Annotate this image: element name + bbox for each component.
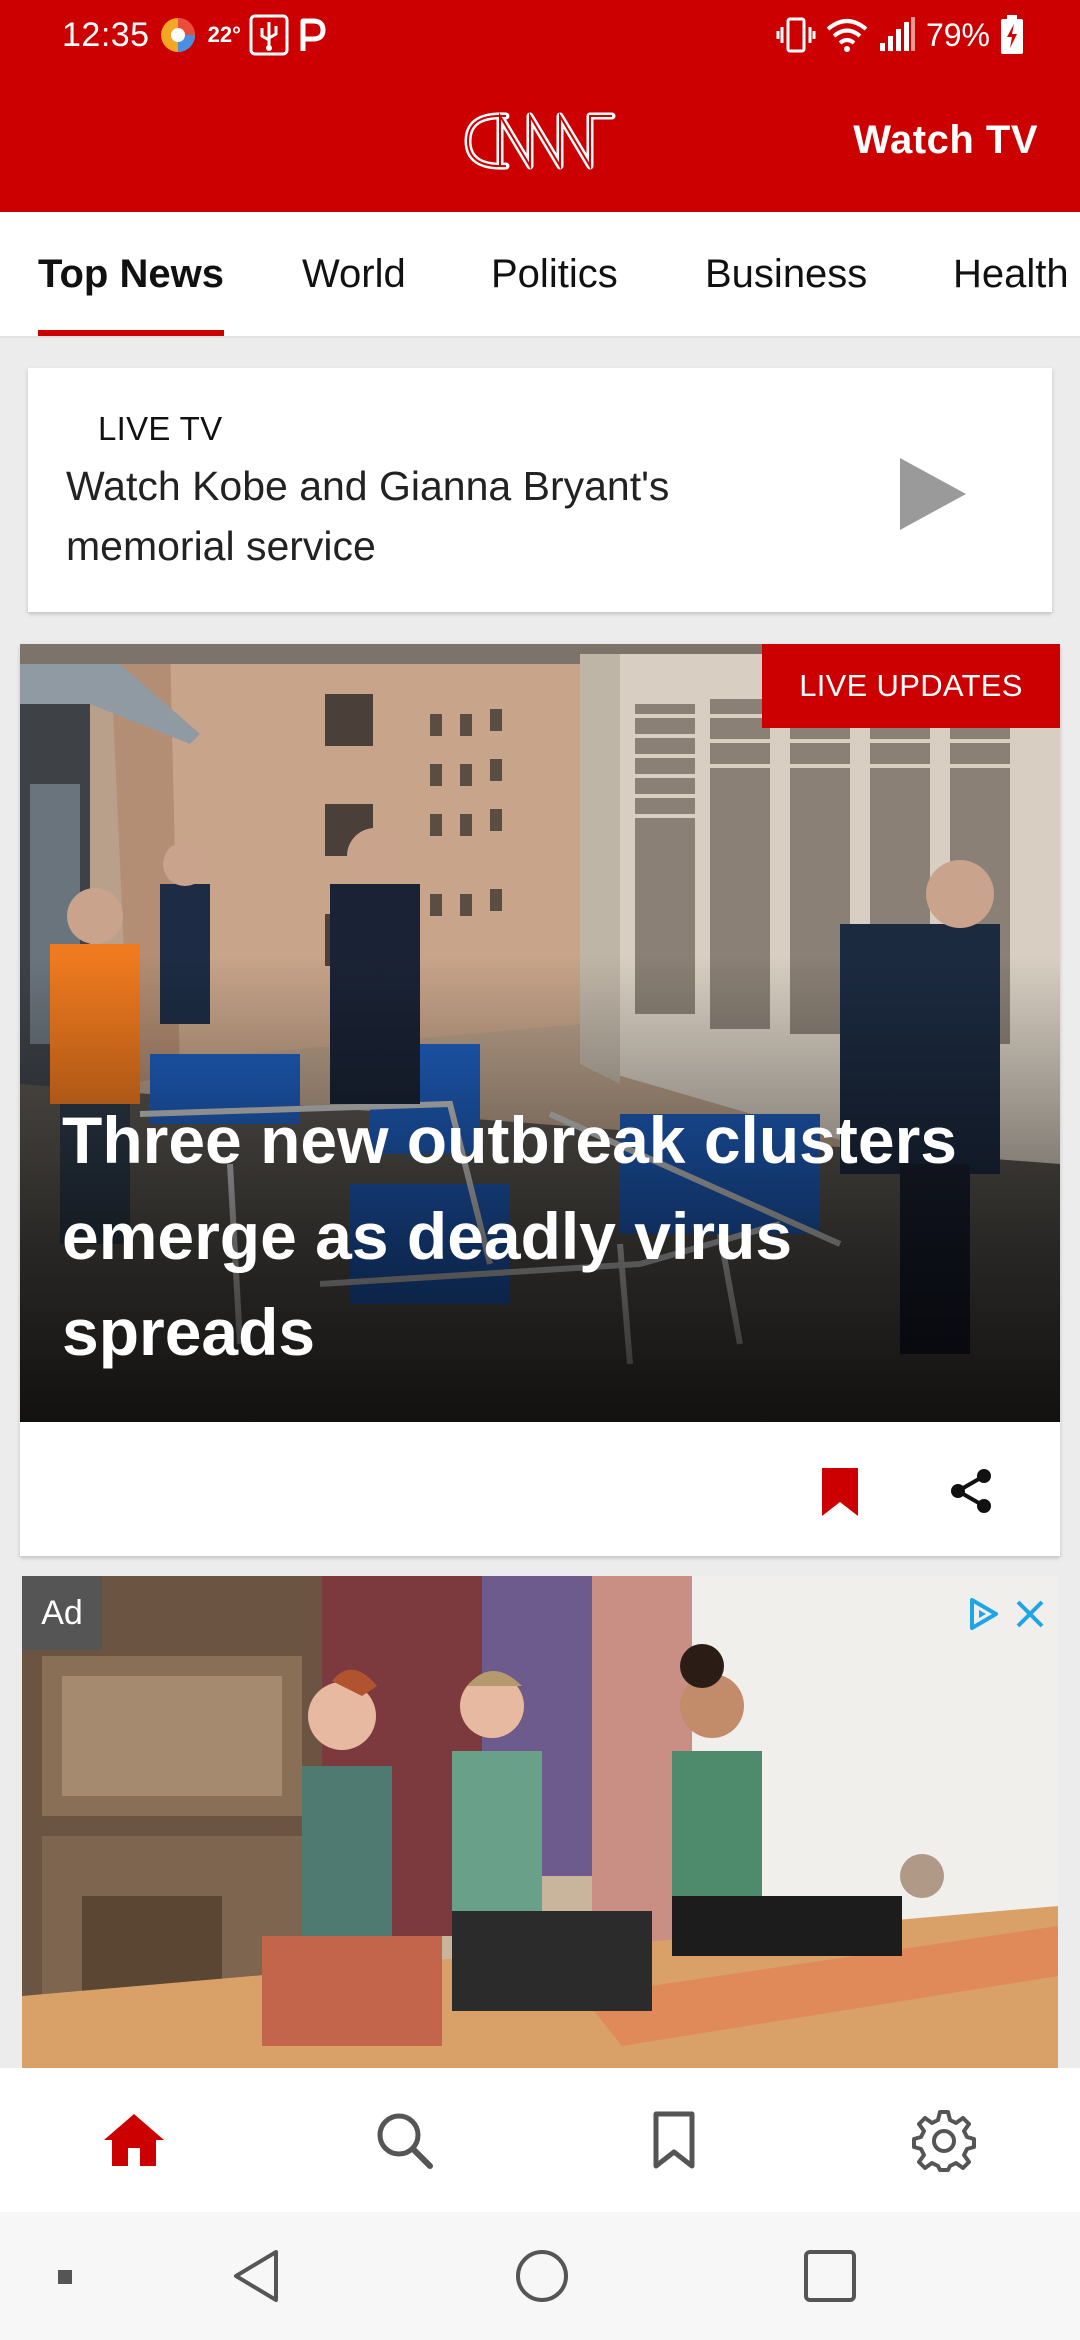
tab-world[interactable]: World — [302, 252, 406, 297]
status-time: 12:35 — [62, 15, 150, 54]
weather-icon — [160, 18, 195, 52]
parking-icon — [300, 18, 326, 51]
share-icon[interactable] — [946, 1466, 996, 1516]
hero-headline[interactable]: Three new outbreak clusters emerge as de… — [62, 1092, 1022, 1380]
status-right: 79% — [776, 12, 1024, 58]
ad-choices-icon[interactable] — [966, 1596, 1002, 1632]
overview-icon[interactable] — [802, 2248, 858, 2304]
recents-dot-icon[interactable] — [56, 2268, 74, 2286]
settings-icon[interactable] — [912, 2108, 976, 2172]
watch-tv-button[interactable]: Watch TV — [853, 118, 1038, 163]
section-tabs: Top News World Politics Business Health — [0, 212, 1080, 338]
header: 12:35 22° 79% Watch TV — [0, 0, 1080, 212]
system-navigation — [0, 2212, 1080, 2340]
hero-story-card: LIVE UPDATES Three new outbreak clusters… — [20, 644, 1060, 1556]
wifi-icon — [826, 19, 868, 52]
battery-percent: 79% — [925, 16, 990, 53]
screen: 12:35 22° 79% Watch TV Top News World Po… — [0, 0, 1080, 2340]
cnn-logo — [464, 112, 616, 170]
app-bar: Watch TV — [0, 72, 1080, 212]
ad-banner[interactable]: Ad — [22, 1576, 1058, 2070]
usb-icon — [249, 14, 289, 56]
ad-label: Ad — [22, 1576, 102, 1650]
battery-charging-icon — [1001, 15, 1023, 54]
tab-health[interactable]: Health — [953, 252, 1069, 297]
status-temperature: 22° — [207, 22, 241, 47]
home-circle-icon[interactable] — [514, 2248, 570, 2304]
live-tv-kicker: LIVE TV — [98, 410, 223, 447]
close-icon[interactable] — [1012, 1596, 1048, 1632]
status-left: 12:35 22° — [62, 12, 327, 58]
active-tab-indicator — [38, 330, 224, 336]
tab-top-news[interactable]: Top News — [38, 252, 224, 297]
hero-actions-bar — [20, 1422, 1060, 1556]
ad-image — [22, 1576, 1058, 2070]
live-tv-title[interactable]: Watch Kobe and Gianna Bryant's memorial … — [66, 456, 846, 576]
play-icon[interactable] — [896, 454, 970, 534]
status-bar: 12:35 22° 79% — [0, 0, 1080, 72]
live-tv-card[interactable]: LIVE TV Watch Kobe and Gianna Bryant's m… — [28, 368, 1052, 612]
bookmarks-icon[interactable] — [642, 2108, 706, 2172]
tab-business[interactable]: Business — [705, 252, 867, 297]
live-updates-badge: LIVE UPDATES — [762, 644, 1060, 728]
search-icon[interactable] — [372, 2108, 436, 2172]
bottom-navigation — [0, 2068, 1080, 2212]
signal-icon — [879, 17, 915, 51]
vibrate-icon — [776, 17, 816, 53]
hero-story-image[interactable]: LIVE UPDATES Three new outbreak clusters… — [20, 644, 1060, 1422]
back-icon[interactable] — [228, 2246, 284, 2306]
bookmark-icon[interactable] — [816, 1466, 864, 1518]
home-icon[interactable] — [102, 2108, 166, 2172]
tab-politics[interactable]: Politics — [491, 252, 618, 297]
